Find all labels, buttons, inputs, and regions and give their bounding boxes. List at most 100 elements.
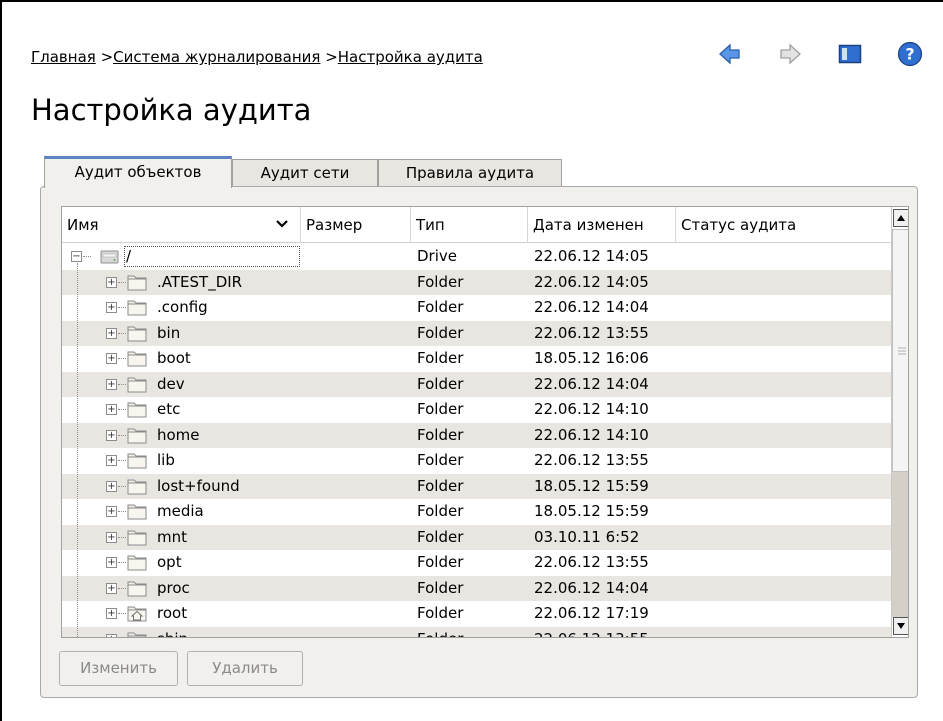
tree-item-name: mnt: [157, 527, 187, 546]
tree-row[interactable]: + boot Folder 18.05.12 16:06: [62, 346, 891, 372]
tree-item-type: Folder: [417, 298, 464, 316]
tree-item-date: 22.06.12 17:19: [534, 604, 649, 622]
tree-item-name: .ATEST_DIR: [157, 272, 243, 291]
help-button[interactable]: ?: [897, 40, 923, 68]
tree-row-root[interactable]: − / Drive 22.06.12 14:05: [62, 244, 891, 270]
tree-item-name: sbin: [157, 627, 188, 638]
tree-row[interactable]: + root Folder 22.06.12 17:19: [62, 601, 891, 627]
folder-icon: [126, 399, 148, 419]
tree-item-date: 22.06.12 14:04: [534, 578, 649, 597]
tree-guide-line: [77, 263, 78, 637]
tree-row[interactable]: + etc Folder 22.06.12 14:10: [62, 397, 891, 423]
tree-item-type: Folder: [417, 476, 464, 495]
help-icon: ?: [897, 41, 923, 67]
expand-icon[interactable]: +: [106, 378, 117, 390]
tab-network-audit[interactable]: Аудит сети: [232, 159, 378, 187]
tree-item-name: lib: [157, 451, 175, 469]
tree-item-name: media: [157, 502, 204, 520]
tree-item-type: Folder: [417, 604, 464, 622]
tree-item-type: Folder: [417, 323, 464, 342]
tree-item-name: root: [157, 604, 188, 622]
expand-icon[interactable]: +: [106, 633, 117, 637]
scrollbar-thumb[interactable]: [892, 229, 908, 472]
vertical-scrollbar[interactable]: [891, 207, 908, 637]
expand-icon[interactable]: +: [106, 455, 117, 466]
tree-item-name: opt: [157, 553, 182, 571]
tree-item-date: 22.06.12 14:04: [534, 374, 649, 393]
expand-icon[interactable]: +: [106, 557, 117, 568]
tree-item-name: bin: [157, 323, 181, 342]
tree-row[interactable]: + opt Folder 22.06.12 13:55: [62, 550, 891, 576]
file-tree[interactable]: Имя Размер Тип Дата изменен Статус аудит…: [61, 206, 909, 638]
home-folder-icon: [126, 603, 148, 623]
folder-icon: [126, 425, 148, 445]
edit-button[interactable]: Изменить: [59, 651, 178, 686]
tree-item-type: Folder: [417, 578, 464, 597]
tree-item-type: Folder: [417, 400, 464, 418]
tree-row[interactable]: + sbin Folder 22.06.12 13:55: [62, 626, 891, 638]
expand-icon[interactable]: +: [106, 429, 117, 441]
tab-audit-rules[interactable]: Правила аудита: [378, 159, 562, 187]
folder-icon: [126, 501, 148, 521]
tree-item-type: Folder: [417, 451, 464, 469]
tree-item-type: Folder: [417, 627, 463, 638]
column-header-size[interactable]: Размер: [301, 207, 411, 243]
expand-icon[interactable]: +: [106, 353, 117, 364]
column-header-name[interactable]: Имя: [62, 207, 301, 243]
tree-row[interactable]: + lost+found Folder 18.05.12 15:59: [62, 473, 891, 499]
tree-item-date: 22.06.12 13:55: [534, 627, 649, 638]
tree-row[interactable]: + .ATEST_DIR Folder 22.06.12 14:05: [62, 269, 891, 295]
tree-item-name: dev: [157, 374, 185, 393]
tree-row[interactable]: + .config Folder 22.06.12 14:04: [62, 295, 891, 321]
folder-icon: [126, 348, 148, 368]
expand-icon[interactable]: +: [106, 531, 117, 543]
toolbar: ?: [0, 40, 943, 70]
column-header-audit-status[interactable]: Статус аудита: [676, 207, 891, 243]
tab-object-audit[interactable]: Аудит объектов: [44, 156, 232, 188]
tree-row[interactable]: + bin Folder 22.06.12 13:55: [62, 320, 891, 346]
tree-rows: − / Drive 22.06.12 14:05 + .ATEST_DIR Fold…: [62, 244, 891, 638]
folder-icon: [126, 578, 148, 598]
expand-icon[interactable]: +: [106, 276, 117, 288]
expand-icon[interactable]: +: [106, 404, 117, 415]
column-header-type[interactable]: Тип: [411, 207, 528, 243]
delete-button[interactable]: Удалить: [187, 651, 303, 686]
scrollbar-track[interactable]: [892, 472, 908, 617]
expand-icon[interactable]: +: [106, 480, 117, 492]
folder-icon: [126, 629, 148, 637]
tree-row[interactable]: + home Folder 22.06.12 14:10: [62, 422, 891, 448]
window-icon: [838, 44, 862, 64]
chevron-down-icon: [276, 220, 288, 228]
tree-item-name: proc: [157, 578, 190, 597]
folder-icon: [126, 552, 148, 572]
expand-icon[interactable]: +: [106, 608, 117, 619]
tree-item-date: 22.06.12 13:55: [534, 323, 649, 342]
arrow-up-icon: [897, 215, 905, 221]
expand-icon[interactable]: +: [106, 327, 117, 339]
forward-button[interactable]: [777, 40, 803, 68]
selection-focus-outline: [124, 246, 300, 267]
column-header-date[interactable]: Дата изменен: [528, 207, 676, 243]
tree-row[interactable]: + lib Folder 22.06.12 13:55: [62, 448, 891, 474]
scroll-up-button[interactable]: [893, 209, 908, 227]
scroll-down-button[interactable]: [893, 617, 908, 635]
tree-header: Имя Размер Тип Дата изменен Статус аудит…: [62, 207, 891, 243]
drive-icon: [100, 250, 119, 264]
tree-row[interactable]: + proc Folder 22.06.12 14:04: [62, 575, 891, 601]
expand-icon[interactable]: +: [106, 506, 117, 517]
tree-row[interactable]: + mnt Folder 03.10.11 6:52: [62, 524, 891, 550]
tree-item-type: Folder: [417, 502, 464, 520]
expand-icon[interactable]: +: [106, 302, 117, 313]
window-button[interactable]: [837, 40, 863, 68]
forward-arrow-icon: [780, 43, 801, 65]
collapse-icon[interactable]: −: [71, 251, 82, 262]
folder-icon: [126, 476, 148, 496]
tree-row[interactable]: + media Folder 18.05.12 15:59: [62, 499, 891, 525]
tree-item-date: 22.06.12 14:05: [534, 247, 649, 265]
back-button[interactable]: [717, 40, 743, 68]
tree-row[interactable]: + dev Folder 22.06.12 14:04: [62, 371, 891, 397]
expand-icon[interactable]: +: [106, 582, 117, 594]
folder-icon: [126, 450, 148, 470]
tree-item-name: lost+found: [157, 476, 240, 495]
tree-item-date: 18.05.12 15:59: [534, 502, 649, 520]
